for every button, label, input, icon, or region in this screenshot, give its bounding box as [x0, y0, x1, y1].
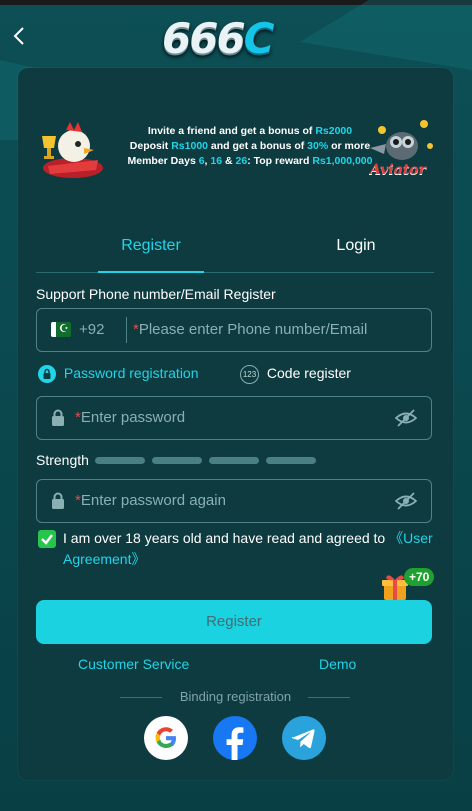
telegram-icon[interactable] [282, 716, 326, 760]
phone-email-input[interactable]: *Please enter Phone number/Email [133, 309, 367, 351]
eye-hidden-icon[interactable] [395, 491, 417, 511]
logo-text: 666 [162, 14, 246, 63]
banner-text: Invite a friend and get a bonus of Rs200… [127, 125, 373, 167]
trophy-chicken-icon [42, 122, 103, 178]
password-field[interactable]: *Enter password [36, 396, 432, 440]
eye-hidden-icon[interactable] [395, 408, 417, 428]
password-again-input[interactable]: *Enter password again [75, 480, 226, 522]
section-label: Support Phone number/Email Register [36, 286, 276, 302]
strength-bar-3 [209, 457, 259, 464]
strength-bar-1 [95, 457, 145, 464]
customer-service-link[interactable]: Customer Service [78, 656, 189, 672]
google-icon[interactable] [144, 716, 188, 760]
back-icon[interactable] [12, 24, 32, 48]
code-circle-icon: 123 [240, 364, 259, 384]
agree-checkbox[interactable] [38, 530, 56, 548]
check-icon [41, 534, 53, 545]
lock-circle-icon [38, 365, 56, 384]
auth-tabs: Register Login [36, 228, 434, 273]
agreement-text: I am over 18 years old and have read and… [63, 530, 433, 567]
bg-decoration [300, 0, 472, 70]
code-register-option[interactable]: 123 Code register [240, 364, 351, 384]
aviator-logo-text: Aviator [370, 162, 426, 178]
divider [126, 317, 127, 343]
demo-link[interactable]: Demo [319, 656, 356, 672]
register-button[interactable]: Register [36, 600, 432, 644]
binding-registration-label: Binding registration [179, 689, 292, 704]
gift-badge: +70 [404, 568, 435, 586]
phone-email-field[interactable]: ☪ +92 *Please enter Phone number/Email [36, 308, 432, 352]
strength-bar-2 [152, 457, 202, 464]
logo: 666C [162, 14, 288, 63]
lock-icon [52, 492, 64, 509]
tab-register[interactable]: Register [98, 228, 204, 273]
binding-divider-right [308, 697, 350, 698]
password-again-field[interactable]: *Enter password again [36, 479, 432, 523]
aviator-icon: Aviator [362, 116, 437, 186]
strength-bar-4 [266, 457, 316, 464]
facebook-icon[interactable] [213, 716, 257, 760]
password-registration-option[interactable]: Password registration [38, 364, 199, 384]
pakistan-flag-icon[interactable]: ☪ [51, 322, 71, 337]
password-input[interactable]: *Enter password [75, 397, 185, 439]
lock-icon [52, 409, 64, 426]
promo-banner[interactable]: Invite a friend and get a bonus of Rs200… [34, 108, 437, 198]
strength-label: Strength [36, 452, 89, 468]
register-card: Invite a friend and get a bonus of Rs200… [18, 68, 453, 780]
country-code[interactable]: +92 [79, 309, 104, 351]
logo-c: C [243, 14, 275, 63]
gift-bonus[interactable]: +70 [380, 566, 440, 602]
tab-login[interactable]: Login [302, 228, 410, 272]
